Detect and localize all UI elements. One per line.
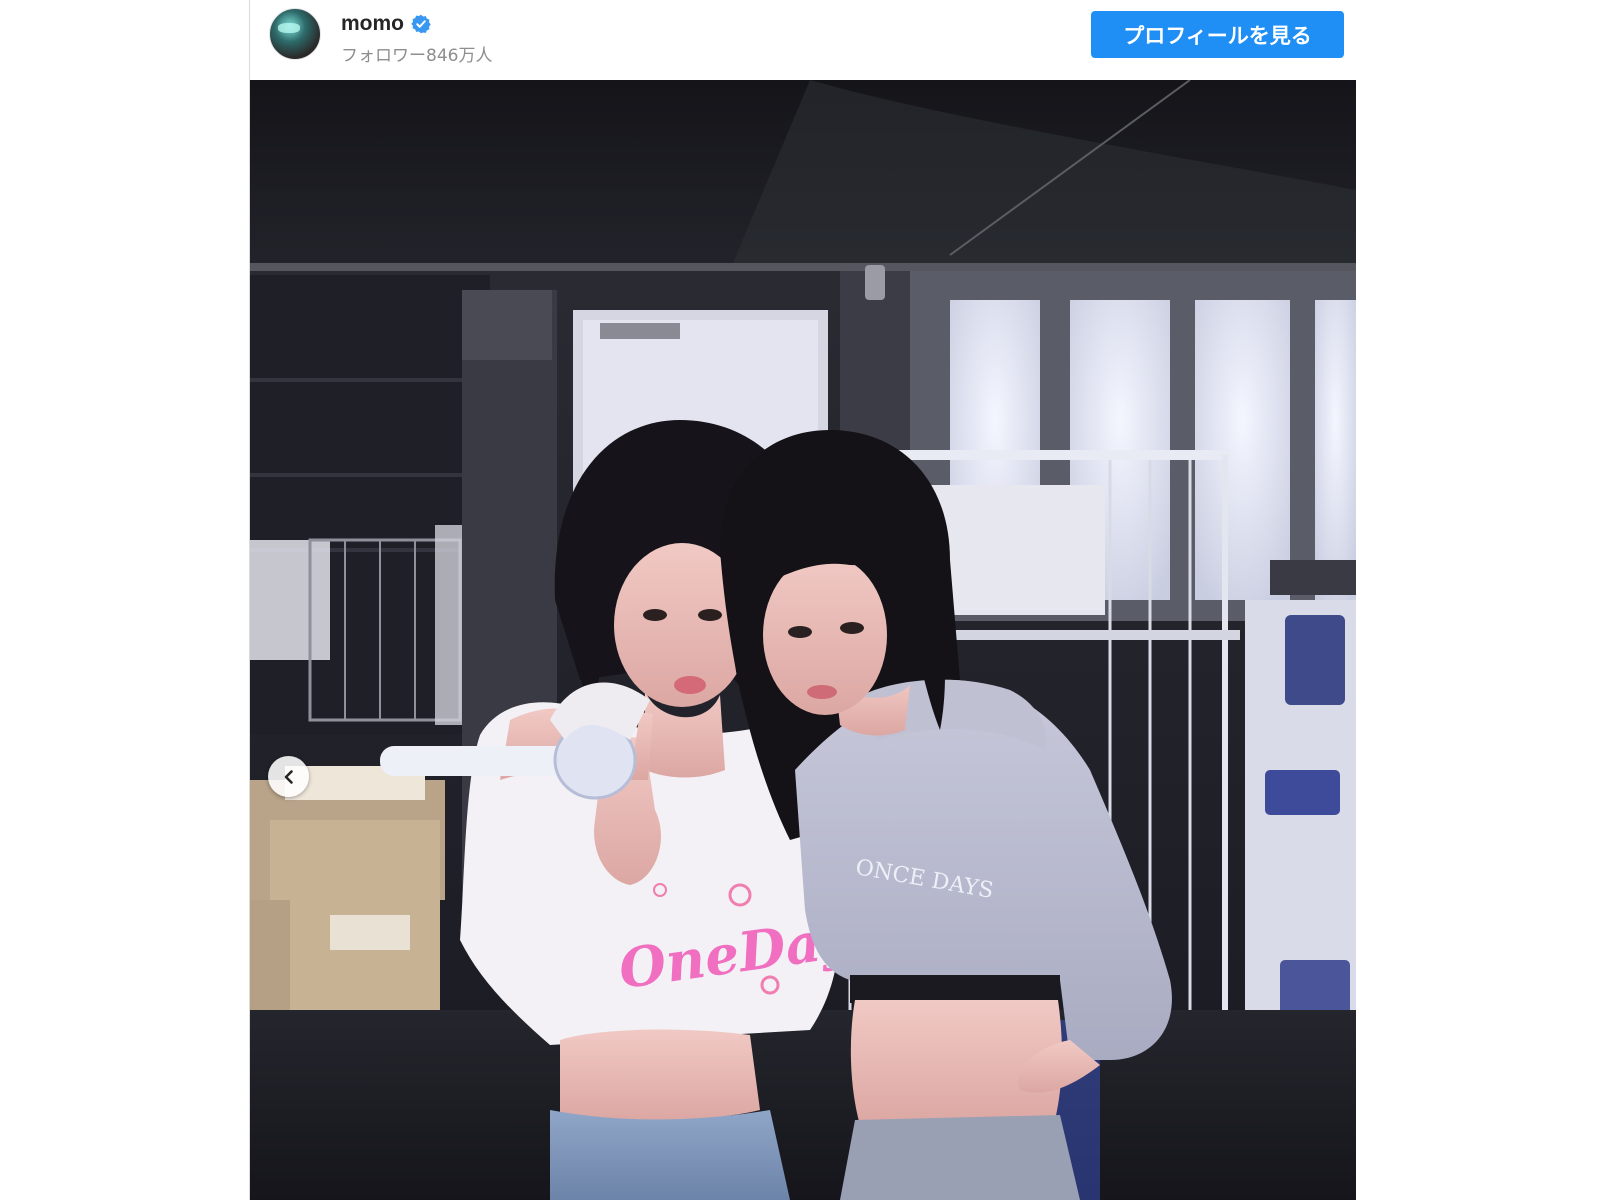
verified-badge-icon: [411, 14, 431, 34]
username[interactable]: momo: [341, 12, 404, 36]
post-header: momo フォロワー846万人 プロフィールを見る: [250, 0, 1356, 80]
photo-illustration: OneDay ONCE DAYS: [250, 80, 1356, 1200]
instagram-embed-page: momo フォロワー846万人 プロフィールを見る OneDay ONCE DA…: [0, 0, 1600, 1200]
username-row: momo: [341, 12, 431, 36]
instagram-embed: momo フォロワー846万人 プロフィールを見る OneDay ONCE DA…: [249, 0, 1356, 1200]
avatar[interactable]: [269, 8, 321, 60]
previous-image-button[interactable]: [268, 756, 309, 797]
follower-count: フォロワー846万人: [341, 46, 493, 66]
post-photo[interactable]: OneDay ONCE DAYS: [250, 80, 1356, 1200]
avatar-highlight: [278, 23, 300, 33]
chevron-left-icon: [284, 769, 293, 784]
view-profile-button[interactable]: プロフィールを見る: [1091, 11, 1344, 58]
